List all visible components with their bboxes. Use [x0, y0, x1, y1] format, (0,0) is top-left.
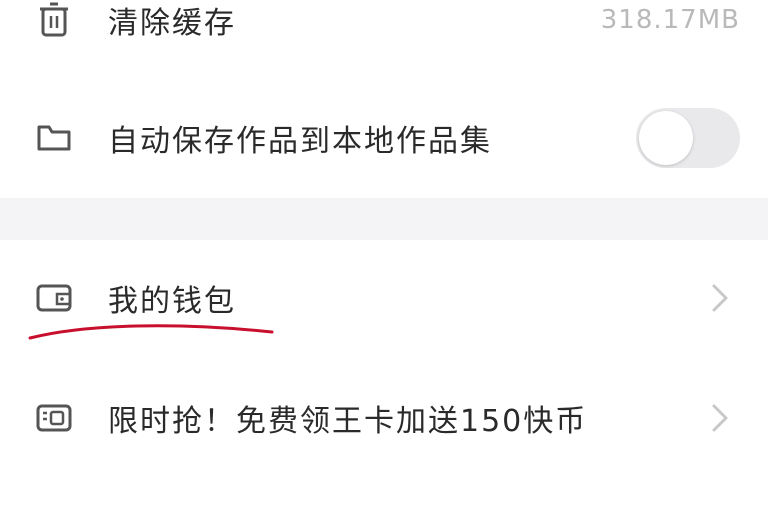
chevron-right-icon [700, 278, 740, 318]
cache-size-value: 318.17MB [600, 5, 740, 35]
wallet-label: 我的钱包 [108, 284, 236, 319]
toggle-knob [639, 111, 693, 165]
section-divider [0, 198, 768, 240]
auto-save-label: 自动保存作品到本地作品集 [108, 124, 492, 159]
auto-save-row: 自动保存作品到本地作品集 [0, 90, 768, 186]
promo-row[interactable]: 限时抢！免费领王卡加送150快币 [0, 370, 768, 466]
folder-icon [34, 118, 74, 158]
wallet-row[interactable]: 我的钱包 [0, 250, 768, 346]
clear-cache-label: 清除缓存 [108, 6, 236, 41]
trash-icon [34, 0, 74, 40]
chevron-right-icon [700, 398, 740, 438]
card-icon [34, 398, 74, 438]
auto-save-toggle[interactable] [636, 108, 740, 168]
promo-label: 限时抢！免费领王卡加送150快币 [108, 404, 588, 439]
wallet-icon [34, 278, 74, 318]
settings-screen: 清除缓存 318.17MB 自动保存作品到本地作品集 我的钱包 限时抢！免费领王… [0, 0, 768, 510]
clear-cache-row[interactable]: 清除缓存 318.17MB [0, 0, 768, 68]
